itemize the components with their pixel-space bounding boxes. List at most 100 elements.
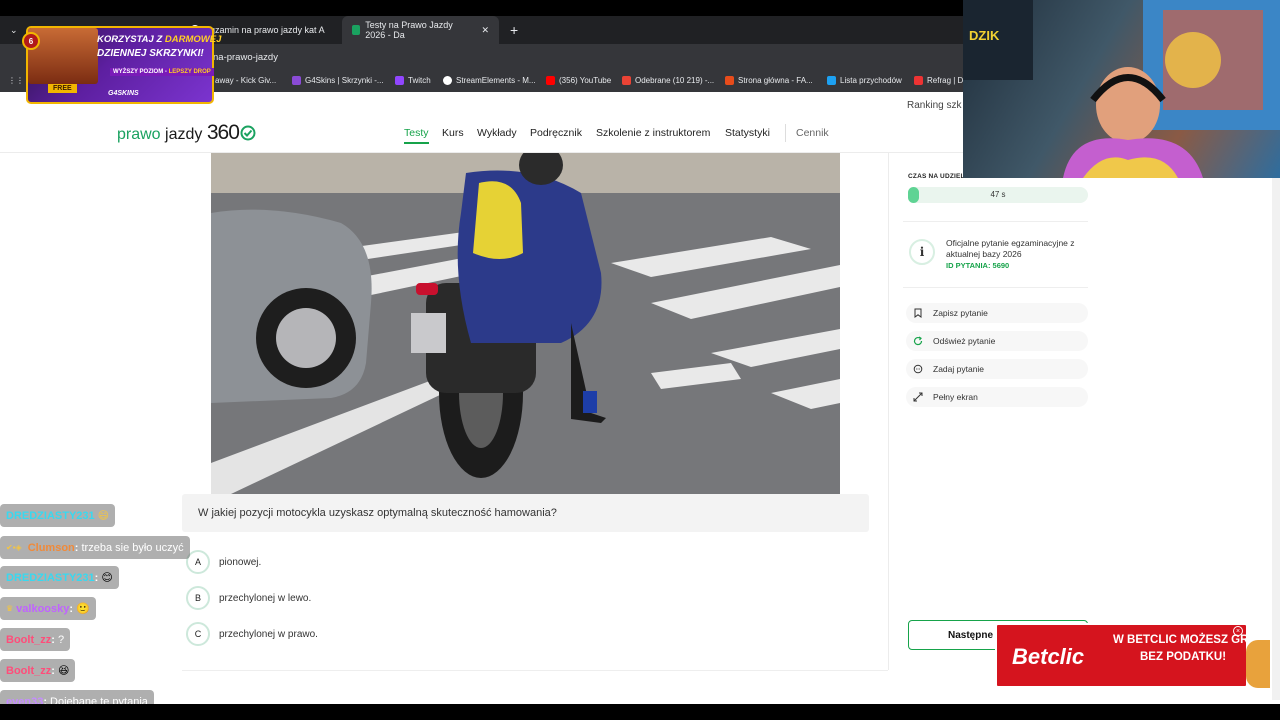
time-label: CZAS NA UDZIEL xyxy=(908,173,965,180)
bookmark-twitch[interactable]: Twitch xyxy=(395,76,431,85)
tab-active-testy[interactable]: Testy na Prawo Jazdy 2026 - Da ✕ xyxy=(342,16,499,44)
bookmark-label: Refrag | D xyxy=(927,76,964,85)
chat-message: DREDZIASTY231 😄 xyxy=(0,504,116,527)
bookmark-faceit[interactable]: Strona główna - FA... xyxy=(725,76,813,85)
promo-line1-a: KORZYSTAJ Z xyxy=(97,34,165,45)
nav-cennik[interactable]: Cennik xyxy=(796,127,829,139)
bookmark-streamelements[interactable]: StreamElements - M... xyxy=(443,76,536,85)
bookmark-kick[interactable]: away - Kick Giv... xyxy=(215,76,276,85)
emote-icon: 😆 xyxy=(57,665,70,677)
official-question-note: Oficjalne pytanie egzaminacyjne z aktual… xyxy=(946,238,1075,259)
option-c-text[interactable]: przechylonej w prawo. xyxy=(219,629,318,640)
chat-message: ♛ valkoosky: 🙂 xyxy=(0,597,96,620)
bottom-black-bar xyxy=(0,704,1280,720)
chat-icon xyxy=(913,364,923,374)
expand-icon xyxy=(913,392,923,402)
bookmark-label: (356) YouTube xyxy=(559,76,612,85)
page-scrollbar[interactable] xyxy=(1272,178,1280,700)
betclic-logo: Betclic xyxy=(1012,644,1085,669)
refresh-icon xyxy=(913,336,923,346)
bookmark-label: Twitch xyxy=(408,76,431,85)
chat-message: DREDZIASTY231: 😊 xyxy=(0,566,119,589)
tab-label: egzamin na prawo jazdy kat A xyxy=(205,25,325,35)
refresh-question-button[interactable]: Odśwież pytanie xyxy=(906,331,1088,351)
save-question-button[interactable]: Zapisz pytanie xyxy=(906,303,1088,323)
nav-podrecznik[interactable]: Podręcznik xyxy=(530,127,582,139)
promo-line1-b: DARMOWEJ xyxy=(164,34,222,45)
site-logo[interactable]: prawo jazdy 360 xyxy=(117,121,256,145)
chat-username: Clumson xyxy=(27,541,75,554)
nav-divider xyxy=(785,124,786,142)
chat-text: ? xyxy=(57,633,65,646)
bookmark-label: away - Kick Giv... xyxy=(215,76,277,85)
new-tab-button[interactable]: + xyxy=(500,16,528,44)
webcam-sign-text: DZIK xyxy=(969,28,1000,43)
crown-icon: ♛ xyxy=(6,604,14,613)
bookmark-lista[interactable]: Lista przychodów xyxy=(827,76,902,85)
apps-grid-icon[interactable]: ⋮⋮ xyxy=(8,76,24,85)
streamelements-icon xyxy=(443,76,452,85)
webcam-scene: DZIK xyxy=(963,0,1280,178)
chat-username: valkoosky xyxy=(16,602,70,615)
nav-kurs[interactable]: Kurs xyxy=(442,127,464,139)
chat-username: Boolt_zz xyxy=(6,633,52,646)
bookmark-label: Odebrane (10 219) -... xyxy=(635,76,715,85)
nav-wyklady[interactable]: Wykłady xyxy=(477,127,517,139)
close-tab-icon[interactable]: ✕ xyxy=(481,25,489,36)
sidebar-divider xyxy=(888,153,889,670)
promo-brand-logo: G4SKINS xyxy=(108,90,139,97)
tab-label: Testy na Prawo Jazdy 2026 - Da xyxy=(365,20,453,40)
emote-icon: 🙂 xyxy=(76,603,90,615)
promo-line2: DZIENNEJ SKRZYNKI! xyxy=(97,48,204,59)
streamer-webcam: DZIK xyxy=(963,0,1280,178)
logo-check-icon xyxy=(240,125,256,141)
chat-username: DREDZIASTY231 xyxy=(6,571,95,584)
question-text: W jakiej pozycji motocykla uzyskasz opty… xyxy=(198,507,557,519)
option-b-marker[interactable]: B xyxy=(186,586,210,610)
content-bottom-divider xyxy=(182,670,888,671)
faceit-icon xyxy=(725,76,734,85)
emote-icon: 😄 xyxy=(97,510,110,522)
time-remaining: 47 s xyxy=(990,190,1006,199)
nav-statystyki[interactable]: Statystyki xyxy=(725,127,770,139)
promo-line3-a: WYŻSZY POZIOM - xyxy=(113,69,169,75)
bookmark-refrag[interactable]: Refrag | D xyxy=(914,76,963,85)
option-c-marker[interactable]: C xyxy=(186,622,210,646)
promo-level-badge: 6 xyxy=(22,32,40,50)
option-b-text[interactable]: przechylonej w lewo. xyxy=(219,593,311,604)
bookmark-g4skins[interactable]: G4Skins | Skrzynki -... xyxy=(292,76,384,85)
chat-username: DREDZIASTY231 xyxy=(6,509,95,522)
nav-szkolenie[interactable]: Szkolenie z instruktorem xyxy=(596,127,710,139)
nav-testy[interactable]: Testy xyxy=(404,127,429,144)
bookmark-label: Lista przychodów xyxy=(840,76,902,85)
promo-line3-b: LEPSZY DROP xyxy=(168,69,211,75)
site-favicon-icon xyxy=(352,25,361,35)
question-photo xyxy=(211,153,840,494)
tab-search-chevron-icon[interactable]: ⌄ xyxy=(0,16,20,44)
promo-free-tag: FREE xyxy=(48,84,77,93)
promo-line1: KORZYSTAJ Z DARMOWEJ xyxy=(97,34,221,45)
chat-text: trzeba sie było uczyć xyxy=(81,541,184,554)
youtube-icon xyxy=(546,76,555,85)
chat-message: ✔▪◈ Clumson: trzeba sie było uczyć xyxy=(0,536,190,559)
close-icon[interactable]: × xyxy=(1233,626,1243,636)
option-a-text[interactable]: pionowej. xyxy=(219,557,261,568)
chat-message: Boolt_zz: 😆 xyxy=(0,659,76,682)
fullscreen-button[interactable]: Pełny ekran xyxy=(906,387,1088,407)
bookmark-label: G4Skins | Skrzynki -... xyxy=(305,76,384,85)
bookmark-youtube[interactable]: (356) YouTube xyxy=(546,76,611,85)
action-label: Zapisz pytanie xyxy=(933,308,988,318)
question-id: ID PYTANIA: 5690 xyxy=(946,261,1010,270)
url-text[interactable]: na-prawo-jazdy xyxy=(213,52,278,63)
refrag-icon xyxy=(914,76,923,85)
bookmark-gmail[interactable]: Odebrane (10 219) -... xyxy=(622,76,714,85)
gmail-icon xyxy=(622,76,631,85)
ranking-link[interactable]: Ranking szk xyxy=(907,100,961,111)
bookmark-label: Strona główna - FA... xyxy=(738,76,813,85)
emote-icon: 😊 xyxy=(101,572,113,584)
badge-icon: ✔▪◈ xyxy=(6,543,22,552)
betclic-subline: BEZ PODATKU! xyxy=(1140,651,1227,663)
bookmark-icon xyxy=(914,308,922,318)
ask-question-button[interactable]: Zadaj pytanie xyxy=(906,359,1088,379)
info-icon: i xyxy=(909,239,935,265)
